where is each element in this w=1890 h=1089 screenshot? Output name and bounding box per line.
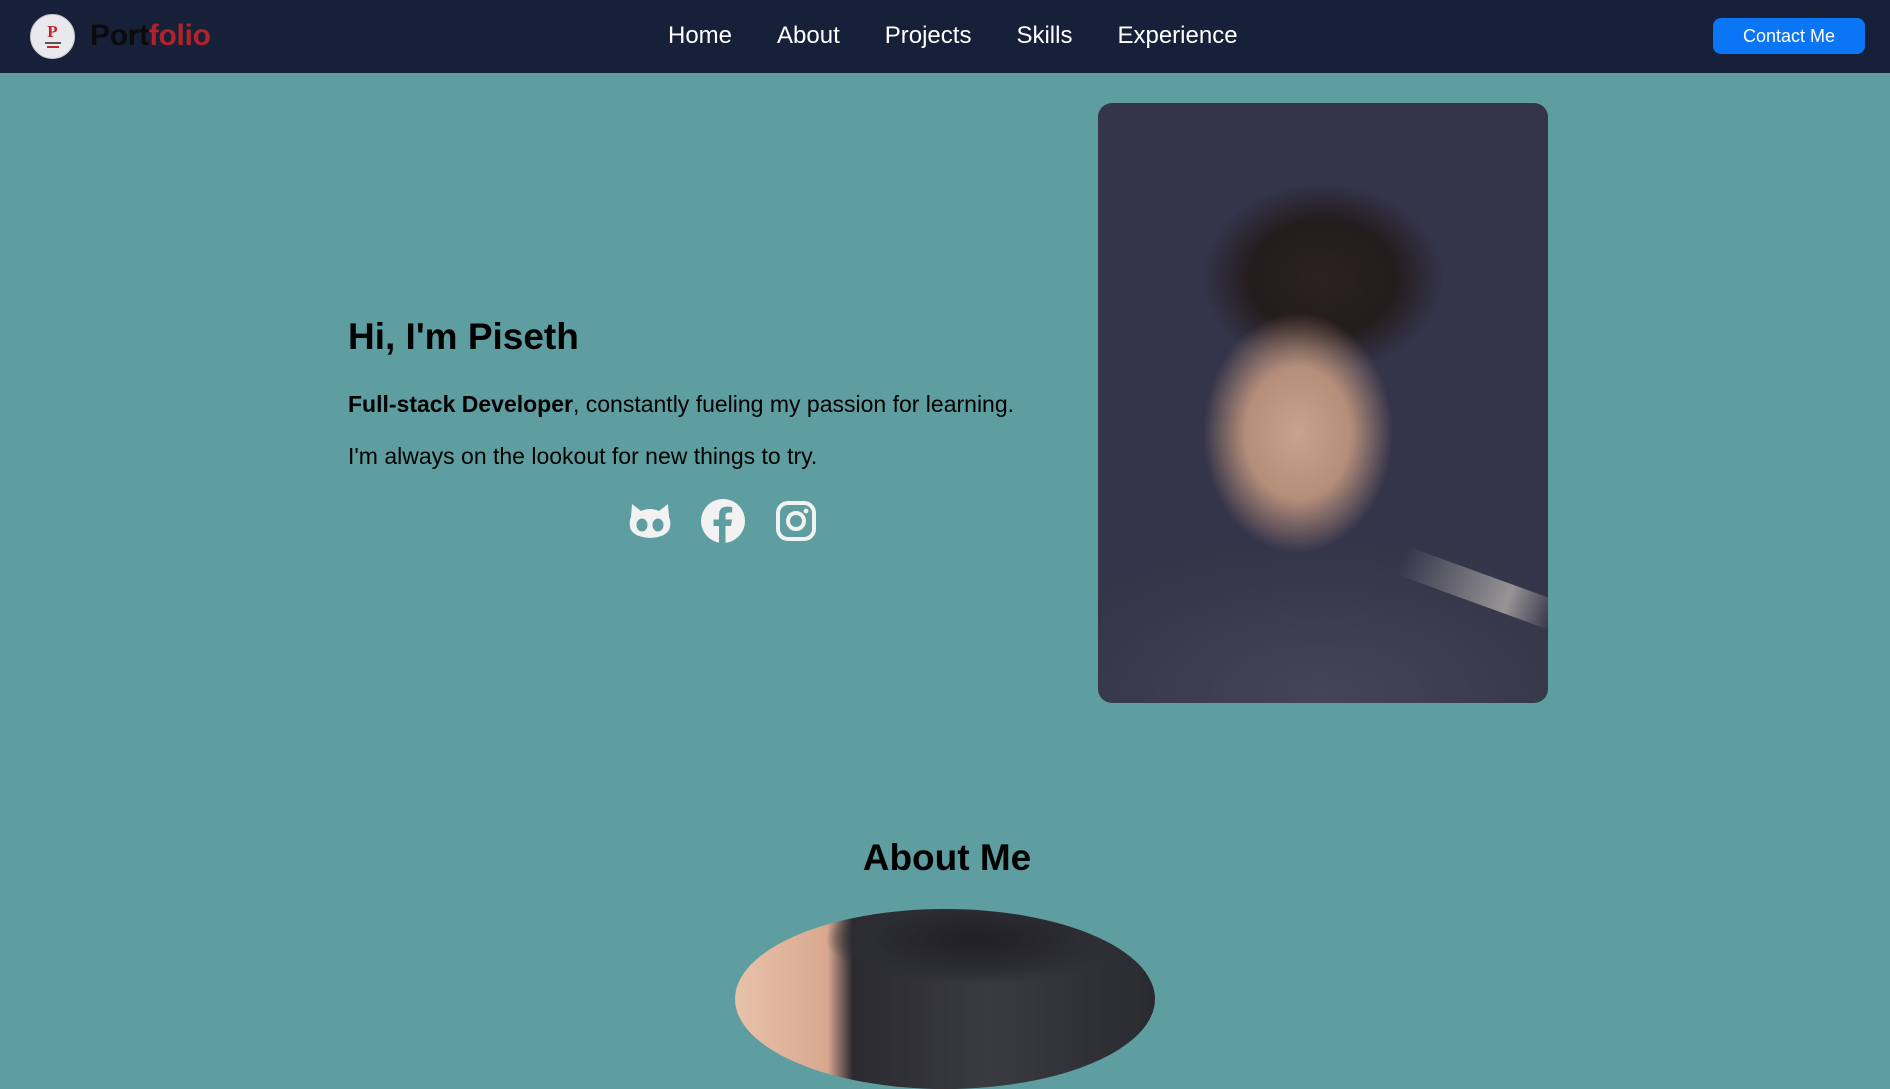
about-title: About Me	[862, 837, 1032, 878]
social-links	[627, 498, 819, 544]
hero-greeting: Hi, I'm Piseth	[348, 316, 579, 357]
contact-me-button[interactable]: Contact Me	[1713, 18, 1865, 54]
facebook-link[interactable]	[700, 498, 746, 544]
github-link[interactable]	[627, 498, 673, 544]
hero-role: Full-stack Developer, constantly fueling…	[348, 390, 1014, 418]
nav-link-projects[interactable]: Projects	[885, 18, 972, 54]
facebook-icon	[701, 499, 745, 544]
instagram-link[interactable]	[773, 498, 819, 544]
portfolio-logo-icon: P	[30, 13, 75, 59]
nav-link-about[interactable]: About	[777, 18, 840, 54]
brand-name-part2: folio	[148, 19, 211, 52]
hero-role-description: , constantly fueling my passion for lear…	[572, 391, 1015, 417]
brand-link[interactable]: P Portfolio	[30, 13, 211, 59]
nav-link-skills[interactable]: Skills	[1016, 18, 1072, 54]
hero-role-title: Full-stack Developer	[348, 391, 573, 417]
profile-photo	[1098, 103, 1548, 703]
brand-name-part1: Port	[90, 19, 149, 52]
instagram-icon	[776, 501, 816, 541]
about-photo	[735, 909, 1155, 1089]
hero-tagline: I'm always on the lookout for new things…	[348, 443, 818, 469]
nav-link-experience[interactable]: Experience	[1117, 18, 1237, 54]
github-icon	[629, 504, 671, 538]
navbar: P Portfolio Home About Projects Skills E…	[0, 0, 1890, 73]
main-nav: Home About Projects Skills Experience	[668, 18, 1238, 54]
nav-link-home[interactable]: Home	[668, 18, 732, 54]
brand-name: Portfolio	[90, 19, 211, 53]
